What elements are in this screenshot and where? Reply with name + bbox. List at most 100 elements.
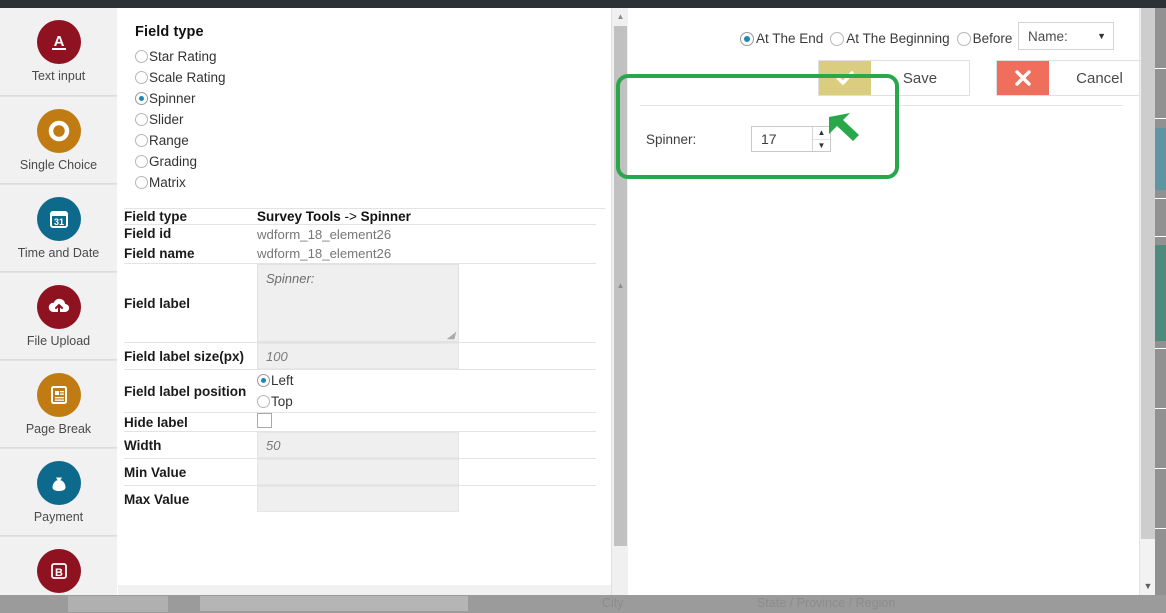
table-row-width: Width 50 — [124, 431, 596, 459]
name-select-value: Name: — [1028, 28, 1068, 44]
placement-option-at-the-end[interactable]: At The End — [738, 31, 823, 46]
spinner-down-icon[interactable]: ▼ — [813, 140, 830, 152]
cloud-upload-icon — [36, 284, 81, 329]
width-input[interactable]: 50 — [257, 432, 459, 458]
option-label: Range — [149, 133, 189, 148]
radio-icon[interactable] — [257, 374, 270, 387]
row-label: Max Value — [124, 491, 190, 507]
scrollbar-thumb[interactable] — [1141, 8, 1155, 539]
placement-option-at-the-beginning[interactable]: At The Beginning — [828, 31, 950, 46]
row-label: Field label size(px) — [124, 348, 245, 364]
table-row-field-label-size: Field label size(px) 100 — [124, 342, 596, 370]
field-type-name: Spinner — [360, 209, 411, 224]
background-line — [1155, 68, 1166, 69]
input-value: 100 — [266, 348, 288, 364]
page-vertical-scrollbar[interactable]: ▼ — [1139, 8, 1155, 595]
spinner-input[interactable]: 17 ▲ ▼ — [751, 126, 831, 152]
row-label: Width — [124, 437, 162, 453]
radio-dot-icon — [36, 108, 81, 153]
option-label: Slider — [149, 112, 184, 127]
option-label: Spinner — [149, 91, 196, 106]
background-strip-green — [1155, 245, 1166, 341]
option-label: Matrix — [149, 175, 186, 190]
radio-icon[interactable] — [135, 155, 148, 168]
field-label-size-input[interactable]: 100 — [257, 343, 459, 369]
field-type-option-star-rating[interactable]: Star Rating — [135, 46, 611, 67]
option-label: Star Rating — [149, 49, 217, 64]
radio-icon[interactable] — [135, 134, 148, 147]
radio-icon[interactable] — [956, 31, 971, 46]
placement-option-before[interactable]: Before — [955, 31, 1012, 46]
save-button[interactable]: Save — [818, 60, 970, 96]
radio-icon[interactable] — [257, 395, 270, 408]
scroll-up-icon[interactable]: ▲ — [612, 8, 629, 25]
svg-text:31: 31 — [53, 217, 63, 227]
bottom-horizontal-scrollbar[interactable] — [68, 596, 168, 612]
background-line — [1155, 198, 1166, 199]
row-label: Field name — [124, 246, 195, 261]
scrollbar-thumb[interactable]: ▲ — [614, 26, 627, 546]
table-row-field-name: Field name wdform_18_element26 — [124, 244, 596, 264]
option-label: Grading — [149, 154, 198, 169]
bottom-label-city: City — [602, 596, 624, 610]
radio-icon[interactable] — [135, 176, 148, 189]
spinner-up-icon[interactable]: ▲ — [813, 127, 830, 140]
tool-text-input[interactable]: A Text input — [0, 8, 117, 96]
hide-label-checkbox[interactable] — [257, 413, 272, 428]
max-value-input[interactable] — [257, 486, 459, 512]
field-type-option-scale-rating[interactable]: Scale Rating — [135, 67, 611, 88]
field-type-arrow: -> — [340, 209, 361, 224]
tool-label: Text input — [31, 69, 86, 84]
table-row-field-type: Field type Survey Tools -> Spinner — [124, 209, 596, 225]
option-label: At The End — [756, 31, 824, 46]
row-label: Hide label — [124, 414, 188, 430]
resize-grip-icon[interactable]: ◢ — [447, 331, 457, 341]
tool-payment[interactable]: Payment — [0, 448, 117, 536]
field-type-chooser: Field type Star Rating Scale Rating Spin… — [118, 8, 611, 201]
properties-table: Field type Survey Tools -> Spinner Field… — [124, 209, 596, 512]
radio-icon[interactable] — [135, 92, 148, 105]
tool-file-upload[interactable]: File Upload — [0, 272, 117, 360]
radio-icon[interactable] — [135, 50, 148, 63]
check-icon — [819, 61, 871, 95]
tool-time-and-date[interactable]: 31 Time and Date — [0, 184, 117, 272]
tool-label: Single Choice — [19, 157, 98, 172]
spinner-value: 17 — [761, 131, 777, 147]
radio-icon[interactable] — [135, 71, 148, 84]
table-row-min-value: Min Value — [124, 458, 596, 486]
radio-icon[interactable] — [135, 113, 148, 126]
row-label: Field type — [124, 209, 188, 224]
name-select[interactable]: Name: ▼ — [1018, 22, 1114, 50]
background-line — [1155, 236, 1166, 237]
field-label-textarea[interactable]: Spinner: ◢ — [257, 264, 459, 342]
radio-icon[interactable] — [830, 31, 845, 46]
field-type-option-range[interactable]: Range — [135, 130, 611, 151]
spinner-field: Spinner: 17 ▲ ▼ — [646, 126, 831, 152]
row-value: wdform_18_element26 — [257, 244, 596, 264]
field-type-group: Survey Tools — [257, 209, 341, 224]
bottom-horizontal-scrollbar-secondary[interactable] — [200, 596, 468, 611]
field-type-option-spinner[interactable]: Spinner — [135, 88, 611, 109]
properties-vertical-scrollbar[interactable]: ▲ ▲ — [611, 8, 628, 595]
tool-single-choice[interactable]: Single Choice — [0, 96, 117, 184]
position-option-left[interactable]: Left — [257, 370, 596, 391]
svg-text:A: A — [53, 33, 64, 50]
cancel-button[interactable]: Cancel — [996, 60, 1139, 96]
field-type-option-matrix[interactable]: Matrix — [135, 172, 611, 193]
bottom-overlay-bar: City State / Province / Region — [0, 595, 1166, 613]
field-type-option-slider[interactable]: Slider — [135, 109, 611, 130]
properties-horizontal-scrollbar[interactable] — [118, 585, 611, 595]
background-line — [1155, 468, 1166, 469]
option-label: Left — [271, 373, 294, 388]
tools-sidebar: A Text input Single Choice 31 Time and D… — [0, 8, 117, 606]
chevron-down-icon: ▼ — [1097, 31, 1106, 41]
radio-icon[interactable] — [740, 31, 754, 46]
cross-icon — [997, 61, 1049, 95]
min-value-input[interactable] — [257, 459, 459, 485]
option-label: At The Beginning — [846, 31, 950, 46]
letter-a-icon: A — [36, 20, 81, 65]
field-type-option-grading[interactable]: Grading — [135, 151, 611, 172]
position-option-top[interactable]: Top — [257, 391, 596, 412]
scroll-down-icon[interactable]: ▼ — [1140, 579, 1156, 593]
tool-page-break[interactable]: Page Break — [0, 360, 117, 448]
